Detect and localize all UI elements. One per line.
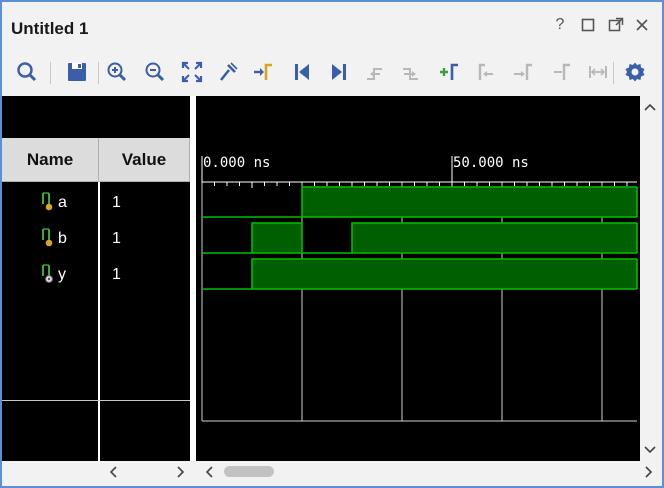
signal-name: a (58, 194, 67, 211)
waveform-window: Untitled 1 ? Name Value a 1 b 1 y 1 0.00… (0, 0, 664, 488)
add-marker-icon[interactable] (436, 59, 462, 85)
close-icon[interactable] (632, 15, 652, 35)
maximize-icon[interactable] (578, 15, 598, 35)
zoom-in-icon[interactable] (104, 59, 130, 85)
window-title: Untitled 1 (11, 19, 89, 38)
waveform-view[interactable]: 0.000 ns 50.000 ns (196, 96, 640, 461)
signal-name: y (58, 266, 66, 283)
signal-row-y[interactable]: y 1 (2, 257, 190, 293)
save-icon[interactable] (64, 59, 90, 85)
bottom-scroll-area (2, 461, 662, 483)
goto-start-icon[interactable] (289, 59, 315, 85)
measure-icon[interactable] (585, 59, 611, 85)
cursor-tool-icon[interactable] (215, 59, 241, 85)
toolbar-separator (98, 62, 99, 84)
horizontal-scroll-thumb[interactable] (224, 466, 274, 477)
title-bar: Untitled 1 ? (2, 2, 662, 50)
scroll-right-icon[interactable] (172, 463, 190, 481)
names-header-spacer (2, 96, 190, 138)
signal-value: 1 (112, 194, 121, 211)
wave-high-fill (302, 187, 637, 217)
next-transition-icon[interactable] (398, 59, 424, 85)
gear-icon[interactable] (622, 59, 648, 85)
toolbar-separator (50, 62, 51, 84)
goto-end-icon[interactable] (326, 59, 352, 85)
wave-scroll-left-icon[interactable] (200, 463, 218, 481)
input-signal-icon (42, 192, 53, 211)
time-label: 0.000 ns (203, 155, 270, 171)
scroll-left-icon[interactable] (104, 463, 122, 481)
goto-cursor-icon[interactable] (250, 59, 276, 85)
toolbar-separator (613, 62, 614, 84)
signal-row-b[interactable]: b 1 (2, 221, 190, 257)
float-window-icon[interactable] (606, 15, 626, 35)
value-column-header[interactable]: Value (99, 138, 190, 182)
wave-high-fill (252, 259, 637, 289)
name-column-header[interactable]: Name (2, 138, 99, 182)
scroll-up-icon[interactable] (641, 98, 659, 116)
output-signal-icon (42, 264, 53, 283)
scroll-down-icon[interactable] (641, 441, 659, 459)
signal-row-a[interactable]: a 1 (2, 185, 190, 221)
wave-high-fill (352, 223, 637, 253)
wave-scroll-right-icon[interactable] (640, 463, 658, 481)
signal-name: b (58, 230, 67, 247)
previous-marker-icon[interactable] (473, 59, 499, 85)
previous-transition-icon[interactable] (362, 59, 388, 85)
input-signal-icon (42, 228, 53, 247)
wave-high-fill (252, 223, 302, 253)
swap-cursors-icon[interactable] (548, 59, 574, 85)
signal-value: 1 (112, 230, 121, 247)
signal-value: 1 (112, 266, 121, 283)
help-icon[interactable]: ? (550, 15, 570, 35)
zoom-fit-icon[interactable] (179, 59, 205, 85)
vertical-scrollbar[interactable] (640, 96, 660, 461)
search-icon[interactable] (14, 59, 40, 85)
next-marker-icon[interactable] (510, 59, 536, 85)
list-end-line (2, 400, 190, 401)
time-label: 50.000 ns (453, 155, 529, 171)
toolbar (2, 52, 662, 94)
zoom-out-icon[interactable] (142, 59, 168, 85)
